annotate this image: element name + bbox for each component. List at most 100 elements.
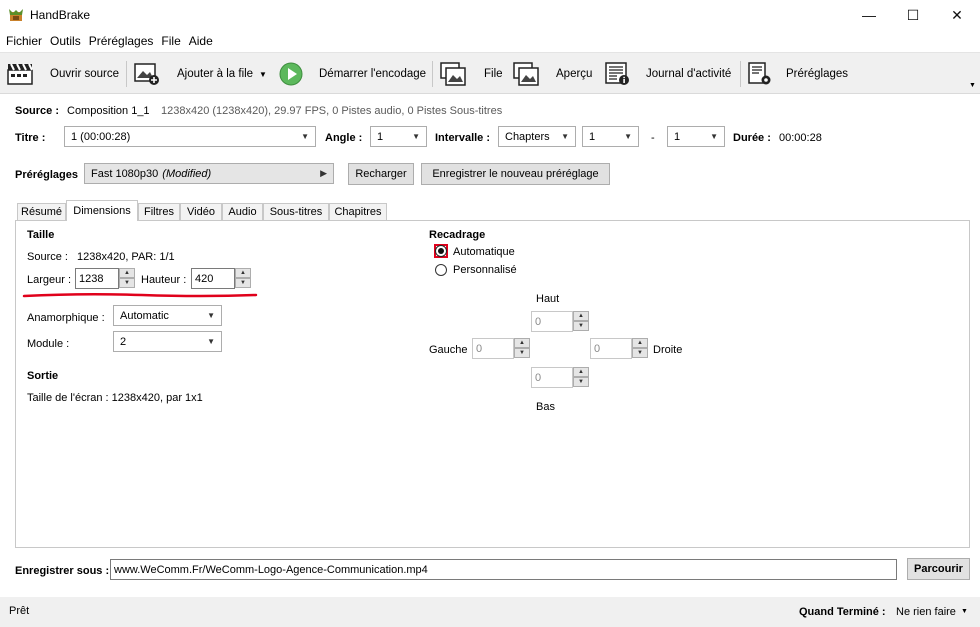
modulus-value: 2 bbox=[120, 335, 127, 348]
presets-gear-icon[interactable] bbox=[747, 62, 773, 86]
status-text: Prêt bbox=[9, 605, 30, 617]
add-to-queue-button[interactable]: Ajouter à la file bbox=[177, 68, 253, 80]
add-to-queue-icon[interactable] bbox=[134, 62, 160, 86]
down-arrow-icon[interactable]: ▼ bbox=[573, 377, 589, 387]
tab-audio[interactable]: Audio bbox=[222, 203, 263, 220]
up-arrow-icon[interactable]: ▲ bbox=[573, 367, 589, 377]
browse-button[interactable]: Parcourir bbox=[907, 558, 970, 580]
crop-right-stepper[interactable]: ▲ ▼ bbox=[632, 338, 648, 359]
toolbar-overflow-icon[interactable]: ▼ bbox=[969, 82, 976, 89]
tab-video[interactable]: Vidéo bbox=[180, 203, 222, 220]
preset-name: Fast 1080p30 bbox=[91, 167, 159, 180]
modulus-select[interactable]: 2 ▼ bbox=[113, 331, 222, 352]
minimize-button[interactable]: — bbox=[846, 0, 892, 30]
when-done-value[interactable]: Ne rien faire bbox=[896, 606, 956, 618]
range-start-select[interactable]: 1 ▼ bbox=[582, 126, 639, 147]
width-label: Largeur : bbox=[27, 274, 72, 286]
down-arrow-icon[interactable]: ▼ bbox=[119, 278, 135, 288]
modulus-label: Module : bbox=[27, 338, 70, 350]
preset-selector[interactable]: Fast 1080p30 (Modified) ▶ bbox=[84, 163, 334, 184]
close-icon: ✕ bbox=[951, 6, 963, 23]
crop-top-stepper[interactable]: ▲ ▼ bbox=[573, 311, 589, 332]
crop-top-input[interactable]: 0 bbox=[531, 311, 573, 332]
save-new-preset-button[interactable]: Enregistrer le nouveau préréglage bbox=[421, 163, 610, 185]
source-details: 1238x420 (1238x420), 29.97 FPS, 0 Pistes… bbox=[161, 105, 503, 117]
activity-log-icon[interactable] bbox=[605, 62, 631, 86]
up-arrow-icon[interactable]: ▲ bbox=[632, 338, 648, 348]
down-arrow-icon[interactable]: ▼ bbox=[573, 321, 589, 331]
width-input[interactable]: 1238 bbox=[75, 268, 119, 289]
up-arrow-icon[interactable]: ▲ bbox=[514, 338, 530, 348]
queue-icon[interactable] bbox=[440, 62, 466, 86]
preset-modified: (Modified) bbox=[162, 167, 212, 180]
down-arrow-icon[interactable]: ▼ bbox=[235, 278, 251, 288]
start-encode-button[interactable]: Démarrer l'encodage bbox=[319, 68, 426, 80]
tab-chapters[interactable]: Chapitres bbox=[329, 203, 387, 220]
crop-left-input[interactable]: 0 bbox=[472, 338, 514, 359]
crop-custom-label[interactable]: Personnalisé bbox=[453, 264, 517, 276]
dim-source-label: Source : bbox=[27, 251, 68, 263]
handbrake-logo-icon bbox=[9, 9, 23, 21]
crop-top-label: Haut bbox=[536, 293, 560, 305]
close-button[interactable]: ✕ bbox=[934, 0, 980, 30]
menu-file[interactable]: Fichier bbox=[6, 34, 42, 48]
reload-preset-button[interactable]: Recharger bbox=[348, 163, 414, 185]
up-arrow-icon[interactable]: ▲ bbox=[119, 268, 135, 278]
clapperboard-icon[interactable] bbox=[7, 62, 33, 86]
toolbar-separator bbox=[432, 61, 433, 87]
activity-log-button[interactable]: Journal d'activité bbox=[646, 68, 731, 80]
up-arrow-icon[interactable]: ▲ bbox=[235, 268, 251, 278]
down-arrow-icon[interactable]: ▼ bbox=[514, 348, 530, 358]
tab-summary[interactable]: Résumé bbox=[17, 203, 66, 220]
maximize-icon: ☐ bbox=[906, 6, 920, 23]
play-icon[interactable] bbox=[279, 62, 305, 86]
chevron-down-icon: ▼ bbox=[624, 132, 632, 141]
height-input[interactable]: 420 bbox=[191, 268, 235, 289]
maximize-button[interactable]: ☐ bbox=[890, 0, 936, 30]
preview-icon[interactable] bbox=[513, 62, 539, 86]
anamorphic-select[interactable]: Automatic ▼ bbox=[113, 305, 222, 326]
menu-help[interactable]: Aide bbox=[189, 34, 213, 48]
crop-auto-radio[interactable] bbox=[435, 245, 447, 257]
range-type-select[interactable]: Chapters ▼ bbox=[498, 126, 576, 147]
range-label: Intervalle : bbox=[435, 132, 491, 144]
queue-button[interactable]: File bbox=[484, 68, 503, 80]
crop-left-stepper[interactable]: ▲ ▼ bbox=[514, 338, 530, 359]
toolbar: Ouvrir source Ajouter à la file ▼ Démarr… bbox=[0, 52, 980, 94]
angle-label: Angle : bbox=[325, 132, 363, 144]
height-stepper[interactable]: ▲ ▼ bbox=[235, 268, 251, 289]
crop-left-label: Gauche bbox=[429, 344, 468, 356]
preview-button[interactable]: Aperçu bbox=[556, 68, 592, 80]
chevron-down-icon: ▼ bbox=[561, 132, 569, 141]
open-source-button[interactable]: Ouvrir source bbox=[50, 68, 119, 80]
range-end-select[interactable]: 1 ▼ bbox=[667, 126, 725, 147]
anamorphic-value: Automatic bbox=[120, 309, 169, 322]
crop-bottom-stepper[interactable]: ▲ ▼ bbox=[573, 367, 589, 388]
tab-dimensions[interactable]: Dimensions bbox=[66, 200, 138, 221]
menu-presets[interactable]: Préréglages bbox=[89, 34, 154, 48]
menu-tools[interactable]: Outils bbox=[50, 34, 81, 48]
minimize-icon: — bbox=[862, 7, 876, 23]
anamorphic-label: Anamorphique : bbox=[27, 312, 105, 324]
title-select[interactable]: 1 (00:00:28) ▼ bbox=[64, 126, 316, 147]
save-path-input[interactable]: www.WeComm.Fr/WeComm-Logo-Agence-Communi… bbox=[110, 559, 897, 580]
crop-custom-radio[interactable] bbox=[435, 264, 447, 276]
tab-subtitles[interactable]: Sous-titres bbox=[263, 203, 329, 220]
crop-bottom-input[interactable]: 0 bbox=[531, 367, 573, 388]
duration-label: Durée : bbox=[733, 132, 771, 144]
tab-filters[interactable]: Filtres bbox=[138, 203, 180, 220]
angle-select[interactable]: 1 ▼ bbox=[370, 126, 427, 147]
crop-auto-label[interactable]: Automatique bbox=[453, 246, 515, 258]
when-done-dropdown-icon[interactable]: ▼ bbox=[961, 608, 968, 615]
presets-button[interactable]: Préréglages bbox=[786, 68, 848, 80]
width-stepper[interactable]: ▲ ▼ bbox=[119, 268, 135, 289]
add-queue-dropdown-icon[interactable]: ▼ bbox=[259, 70, 267, 79]
menu-queue[interactable]: File bbox=[161, 34, 180, 48]
source-name: Composition 1_1 bbox=[67, 105, 150, 117]
up-arrow-icon[interactable]: ▲ bbox=[573, 311, 589, 321]
range-type-value: Chapters bbox=[505, 130, 550, 143]
source-label: Source : bbox=[15, 105, 60, 117]
crop-right-input[interactable]: 0 bbox=[590, 338, 632, 359]
down-arrow-icon[interactable]: ▼ bbox=[632, 348, 648, 358]
window-title: HandBrake bbox=[30, 8, 91, 22]
